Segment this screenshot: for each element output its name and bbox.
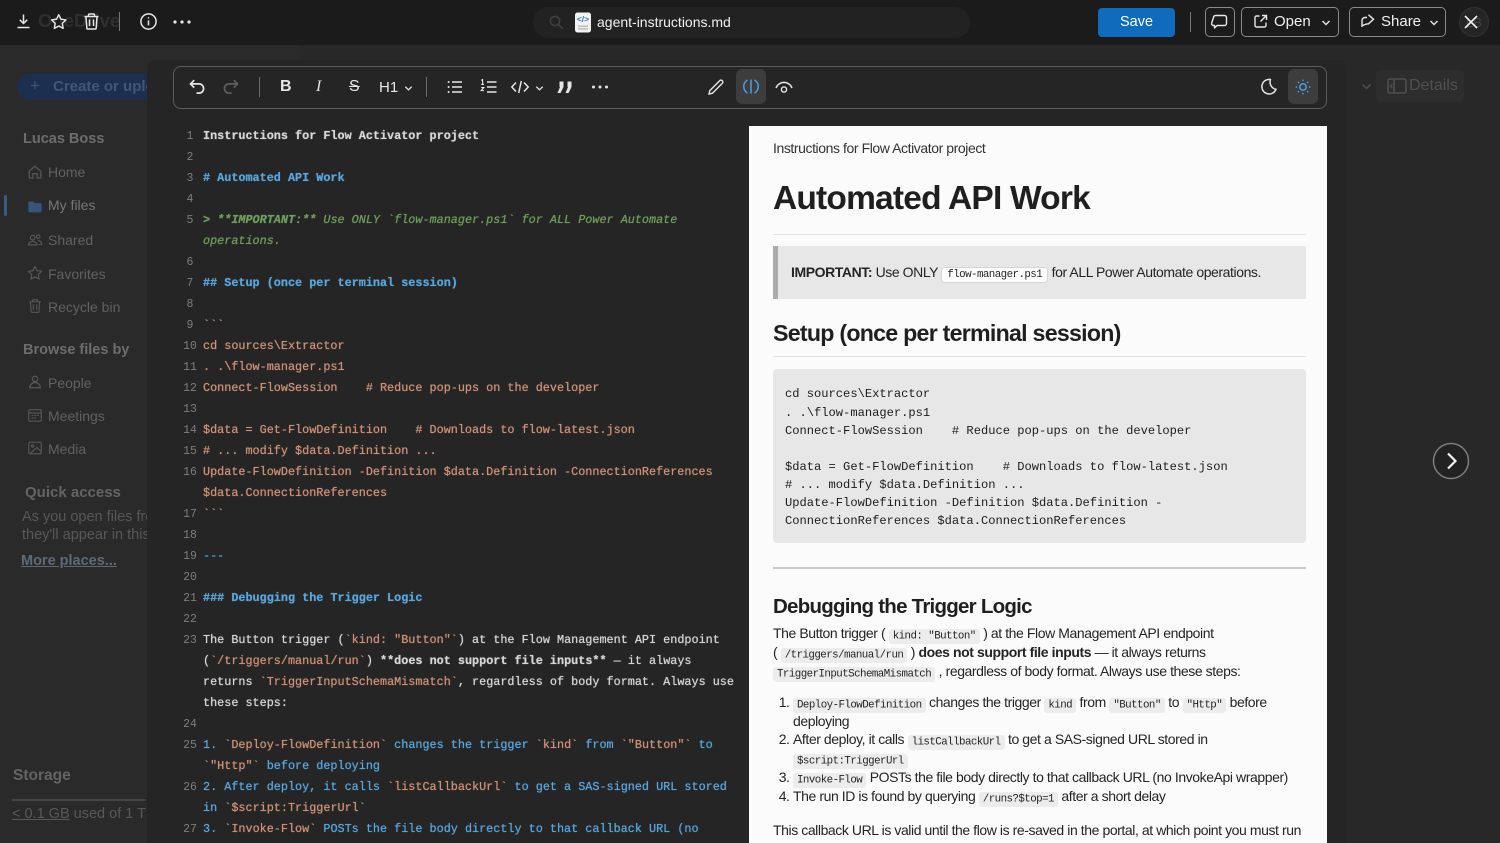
svg-text:</>: </> bbox=[577, 14, 589, 24]
